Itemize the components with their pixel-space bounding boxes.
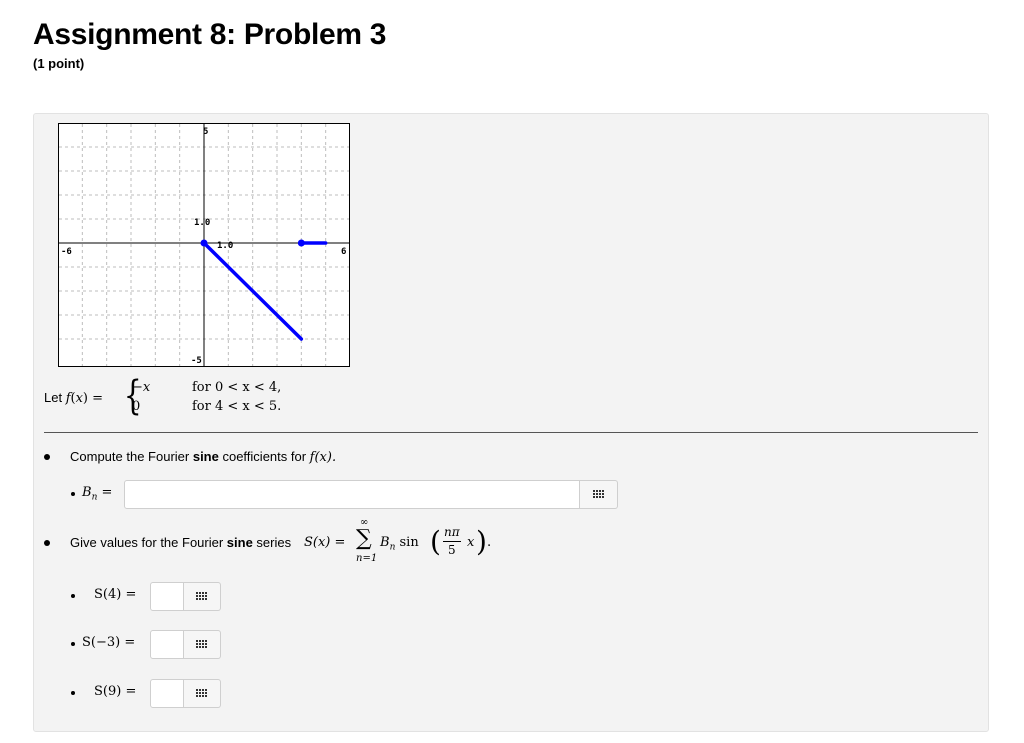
bn-input[interactable] xyxy=(124,480,580,509)
page-title: Assignment 8: Problem 3 xyxy=(33,18,387,51)
series-formula: S(x) = ∞ ∑ n=1 Bn sin ( nπ 5 x ) . xyxy=(304,517,504,569)
answer-bullet xyxy=(71,691,75,695)
series-end: . xyxy=(487,535,492,550)
answer-equation-editor-button[interactable] xyxy=(184,679,221,708)
bn-equation-editor-button[interactable] xyxy=(580,480,618,509)
sum-lower: n=1 xyxy=(356,553,378,564)
x-min-label: -6 xyxy=(61,247,72,257)
y-max-label: 5 xyxy=(203,127,208,137)
graph-endpoint xyxy=(200,239,208,247)
answer-bullet xyxy=(71,642,75,646)
grid-icon xyxy=(196,591,208,602)
series-term: Bn sin xyxy=(380,535,419,553)
answer-equation-editor-button[interactable] xyxy=(184,582,221,611)
grid-icon xyxy=(196,688,208,699)
graph-endpoint xyxy=(297,239,305,247)
sum-symbol: ∑ xyxy=(356,526,372,551)
divider xyxy=(44,432,978,433)
answer-equation-editor-button[interactable] xyxy=(184,630,221,659)
x-tick-label: 1.0 xyxy=(217,241,233,251)
frac-bar xyxy=(443,541,461,542)
problem-panel: -6 6 5 -5 1.0 1.0 Let f(x) = { −x 0 for … xyxy=(33,113,989,732)
case1-condition: for 0 < x < 4, xyxy=(192,380,282,395)
paren-right: ) xyxy=(476,525,487,558)
answer-input[interactable] xyxy=(150,630,184,659)
answer-label: S(−3) = xyxy=(82,635,136,650)
y-min-label: -5 xyxy=(191,356,202,366)
x-max-label: 6 xyxy=(341,247,346,257)
frac-num: nπ xyxy=(444,525,460,539)
answer-bullet xyxy=(71,594,75,598)
bn-bullet xyxy=(71,492,75,496)
series-x: x xyxy=(467,535,475,550)
case2-expr: 0 xyxy=(132,399,141,414)
answer-label: S(4) = xyxy=(94,587,137,602)
q1-bullet xyxy=(44,454,50,460)
q1-text: Compute the Fourier sine coefficients fo… xyxy=(70,449,337,465)
q2-bullet xyxy=(44,540,50,546)
grid-icon xyxy=(196,639,208,650)
case2-condition: for 4 < x < 5. xyxy=(192,399,282,414)
answer-label: S(9) = xyxy=(94,684,137,699)
series-lhs: S(x) = xyxy=(304,535,346,550)
case1-expr: −x xyxy=(132,380,151,395)
bn-label: Bn = xyxy=(82,485,113,503)
q2-text: Give values for the Fourier sine series xyxy=(70,535,292,550)
paren-left: ( xyxy=(430,525,441,558)
answer-input[interactable] xyxy=(150,582,184,611)
definition-lhs: Let f(x) = xyxy=(44,390,104,406)
function-graph: -6 6 5 -5 1.0 1.0 xyxy=(58,123,350,367)
answer-input[interactable] xyxy=(150,679,184,708)
points-label: (1 point) xyxy=(33,56,85,71)
y-tick-label: 1.0 xyxy=(194,218,210,228)
frac-den: 5 xyxy=(448,543,456,557)
grid-icon xyxy=(592,489,605,500)
